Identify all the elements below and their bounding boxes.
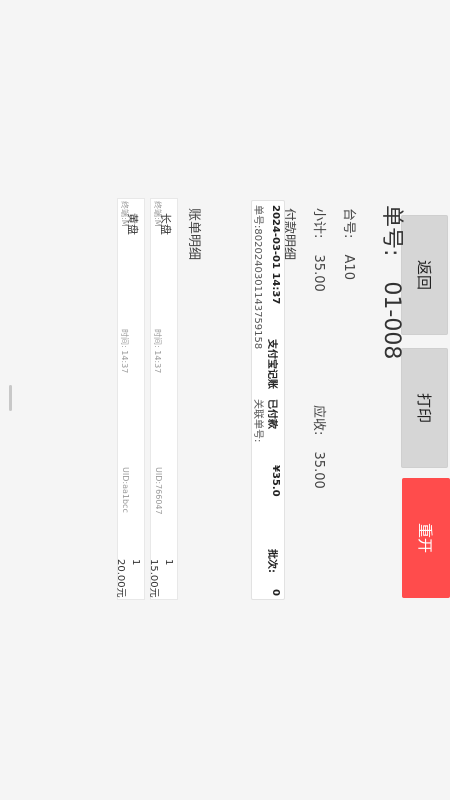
item-uid: UID:aa1bcc: [121, 467, 130, 513]
batch-value: 0: [270, 589, 281, 596]
item-amount: 20.00元: [115, 559, 126, 598]
item-staff: 终端:M: [153, 201, 162, 227]
item-amount: 15.00元: [148, 559, 159, 598]
order-number: 单号: 01-008: [378, 205, 410, 359]
print-button[interactable]: 打印: [401, 348, 448, 468]
reopen-button[interactable]: 重开: [402, 478, 450, 598]
payment-datetime: 2024-03-01 14:37: [270, 205, 281, 305]
payment-amount: ¥35.0: [270, 465, 281, 497]
linked-order-label: 关联单号:: [252, 399, 263, 443]
payment-method: 支付宝记账: [266, 339, 277, 389]
table-label: 台号:: [341, 208, 356, 239]
order-value: 01-008: [379, 281, 404, 360]
receivable-label: 应收:: [311, 405, 326, 436]
scroll-handle[interactable]: [9, 385, 12, 411]
subtotal-value: 35.00: [311, 254, 326, 292]
receipt-screen: 返回 打印 重开 单号: 01-008 台号: A10 小计: 35.00 应收…: [0, 0, 450, 800]
payment-order-no: 单号:802024030114375915​8: [252, 205, 263, 350]
receivable-value: 35.00: [311, 451, 326, 489]
receivable: 应收: 35.00: [311, 405, 330, 489]
item-qty: 1: [163, 559, 174, 566]
subtotal: 小计: 35.00: [311, 208, 330, 292]
list-item[interactable]: 长盘 终端:M 时间: 14:37 UID:766047 1 15.00元: [148, 198, 178, 600]
order-label: 单号:: [379, 205, 404, 257]
list-item[interactable]: 黄盘 终端:M 时间: 14:37 UID:aa1bcc 1 20.00元: [115, 198, 145, 600]
item-uid: UID:766047: [154, 467, 163, 515]
payment-card: 2024-03-01 14:37 支付宝记账 已付款 ¥35.0 批次: 0 单…: [251, 200, 285, 600]
batch-label: 批次:: [266, 549, 277, 573]
payment-status: 已付款: [266, 399, 277, 429]
bill-section-title: 账单明细: [186, 208, 201, 261]
table-value: A10: [341, 254, 356, 280]
item-time: 时间: 14:37: [120, 329, 129, 374]
table-number: 台号: A10: [341, 208, 360, 280]
item-time: 时间: 14:37: [153, 329, 162, 374]
item-staff: 终端:M: [120, 201, 129, 227]
subtotal-label: 小计:: [311, 208, 326, 239]
item-qty: 1: [130, 559, 141, 566]
